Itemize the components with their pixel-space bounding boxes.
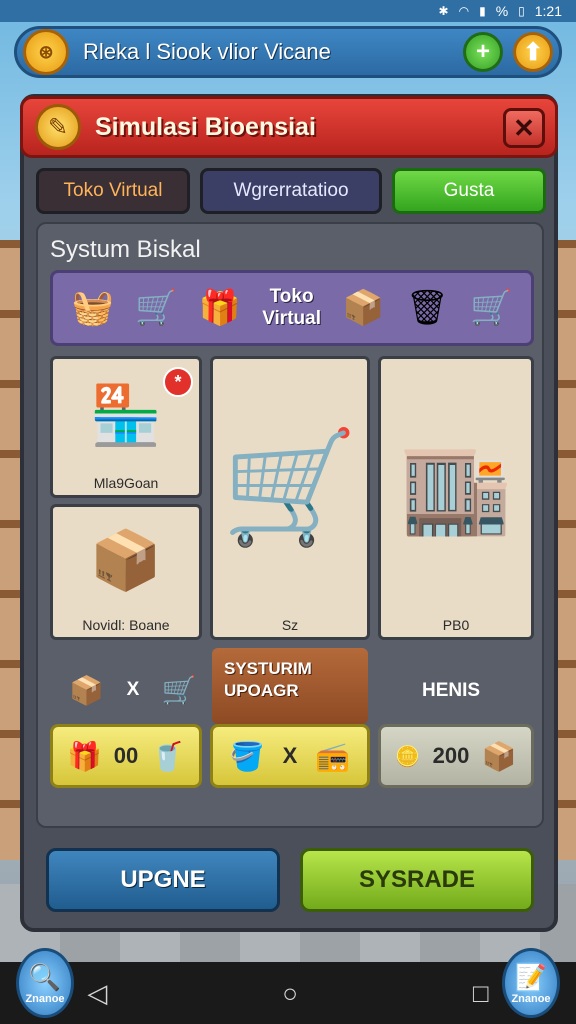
search-nav-button[interactable]: 🔍 Znanoe (16, 948, 74, 1018)
card-market-shelf[interactable]: 🏪 * Mla9Goan (50, 356, 202, 498)
crate-icon: 📦 (481, 740, 517, 772)
battery-icon: ▯ (518, 4, 525, 18)
wifi-icon: ◠ (458, 4, 470, 18)
search-nav-label: Znanoe (25, 992, 65, 1005)
tab-integration[interactable]: Wgrerratatioo (200, 168, 382, 214)
home-icon[interactable]: ○ (282, 978, 298, 1009)
strip-label-line1: Toko (269, 286, 314, 307)
tile-line1: SYSTURIM (224, 659, 312, 678)
tile-line2: UPOAGR (224, 681, 299, 700)
add-button[interactable]: + (463, 32, 503, 72)
alert-badge: * (163, 367, 193, 397)
panel-header: ✎ Simulasi Bioensiai ✕ (20, 96, 558, 158)
strip-label-line2: Virtual (262, 308, 321, 329)
slot-right[interactable]: 🪙 200 📦 (378, 724, 534, 788)
card-caption: PB0 (442, 617, 470, 633)
card-caption: Novidl: Boane (82, 617, 170, 633)
clock: 1:21 (534, 3, 562, 19)
section-title: Systum Biskal (50, 236, 201, 263)
battery-text: % (495, 3, 509, 19)
edit-nav-button[interactable]: 📝 Znanoe (502, 948, 560, 1018)
combine-row: 📦 X 🛒 (58, 660, 208, 720)
panel-content: Systum Biskal 🧺 🛒 🎁 Toko Virtual 📦 🗑 🛒 🏪… (36, 222, 544, 828)
bluetooth-icon: ✱ (438, 4, 449, 18)
crate-icon: 📦 (69, 674, 105, 706)
cart-icon: 🛒 (161, 674, 197, 706)
card-shopping-cart[interactable]: 🛒 Sz (210, 356, 370, 640)
shopping-basket-icon[interactable]: 🧺 (72, 288, 114, 328)
edit-nav-label: Znanoe (511, 992, 551, 1005)
status-bar: ✱ ◠ ▮ % ▯ 1:21 (0, 0, 576, 22)
tab-toko-virtual[interactable]: Toko Virtual (36, 168, 190, 214)
multiply-label: X (126, 679, 140, 700)
system-nav-bar: ◁ ○ □ (0, 962, 576, 1024)
system-upgrade-tile[interactable]: SYSTURIM UPOAGR (212, 648, 368, 724)
shopping-cart-icon[interactable]: 🛒 (135, 288, 177, 328)
speaker-box-icon: 📻 (315, 740, 351, 772)
slot-right-value: 200 (432, 743, 470, 768)
back-icon[interactable]: ◁ (87, 978, 107, 1009)
item-strip: 🧺 🛒 🎁 Toko Virtual 📦 🗑 🛒 (50, 270, 534, 346)
card-caption: Sz (281, 617, 299, 633)
top-bar-title: Rleka l Siook vlior Vicane (83, 39, 331, 64)
recents-icon[interactable]: □ (473, 978, 489, 1009)
gift-icon: 🎁 (66, 740, 102, 772)
cart-icon[interactable]: 🛒 (470, 288, 512, 328)
parcel-icon[interactable]: 📦 (342, 288, 384, 328)
tab-gusta[interactable]: Gusta (392, 168, 546, 214)
tab-bar: Toko Virtual Wgrerratatioo Gusta (36, 168, 546, 214)
store-aisle-icon: 🏬 (399, 437, 513, 538)
gift-box-icon[interactable]: 🎁 (199, 288, 241, 328)
top-bar: ⊛ Rleka l Siook vlior Vicane + ⬆ (14, 26, 562, 78)
card-caption: Mla9Goan (93, 475, 159, 491)
coin-icon: 🪙 (395, 745, 421, 768)
search-icon: 🔍 (28, 961, 62, 992)
slot-left[interactable]: 🎁 00 🥤 (50, 724, 202, 788)
shopping-cart-icon: 🛒 (221, 425, 359, 549)
panel-title: Simulasi Bioensiai (95, 112, 316, 141)
coin-icon[interactable]: ⊛ (23, 29, 69, 75)
notepad-icon: 📝 (514, 961, 548, 992)
pencil-icon: ✎ (35, 104, 81, 150)
cup-icon: 🥤 (150, 740, 186, 772)
card-store-aisle[interactable]: 🏬 PB0 (378, 356, 534, 640)
upgne-button[interactable]: UPGNE (46, 848, 280, 912)
signal-icon: ▮ (479, 4, 486, 18)
bin-icon[interactable]: 🗑 (406, 288, 449, 328)
slot-middle[interactable]: 🪣 X 📻 (210, 724, 370, 788)
strip-label: Toko Virtual (262, 286, 321, 330)
card-boxes[interactable]: 📦 Novidl: Boane (50, 504, 202, 640)
boxes-icon: 📦 (89, 528, 163, 593)
slot-middle-x: X (282, 743, 298, 768)
slot-left-value: 00 (113, 743, 139, 768)
close-button[interactable]: ✕ (503, 108, 545, 148)
bucket-icon: 🪣 (229, 740, 265, 772)
hens-label: HENIS (422, 680, 481, 701)
sysrade-button[interactable]: SYSRADE (300, 848, 534, 912)
simulation-panel: ✎ Simulasi Bioensiai ✕ Toko Virtual Wgre… (20, 94, 558, 932)
upgrade-arrow-button[interactable]: ⬆ (513, 32, 553, 72)
